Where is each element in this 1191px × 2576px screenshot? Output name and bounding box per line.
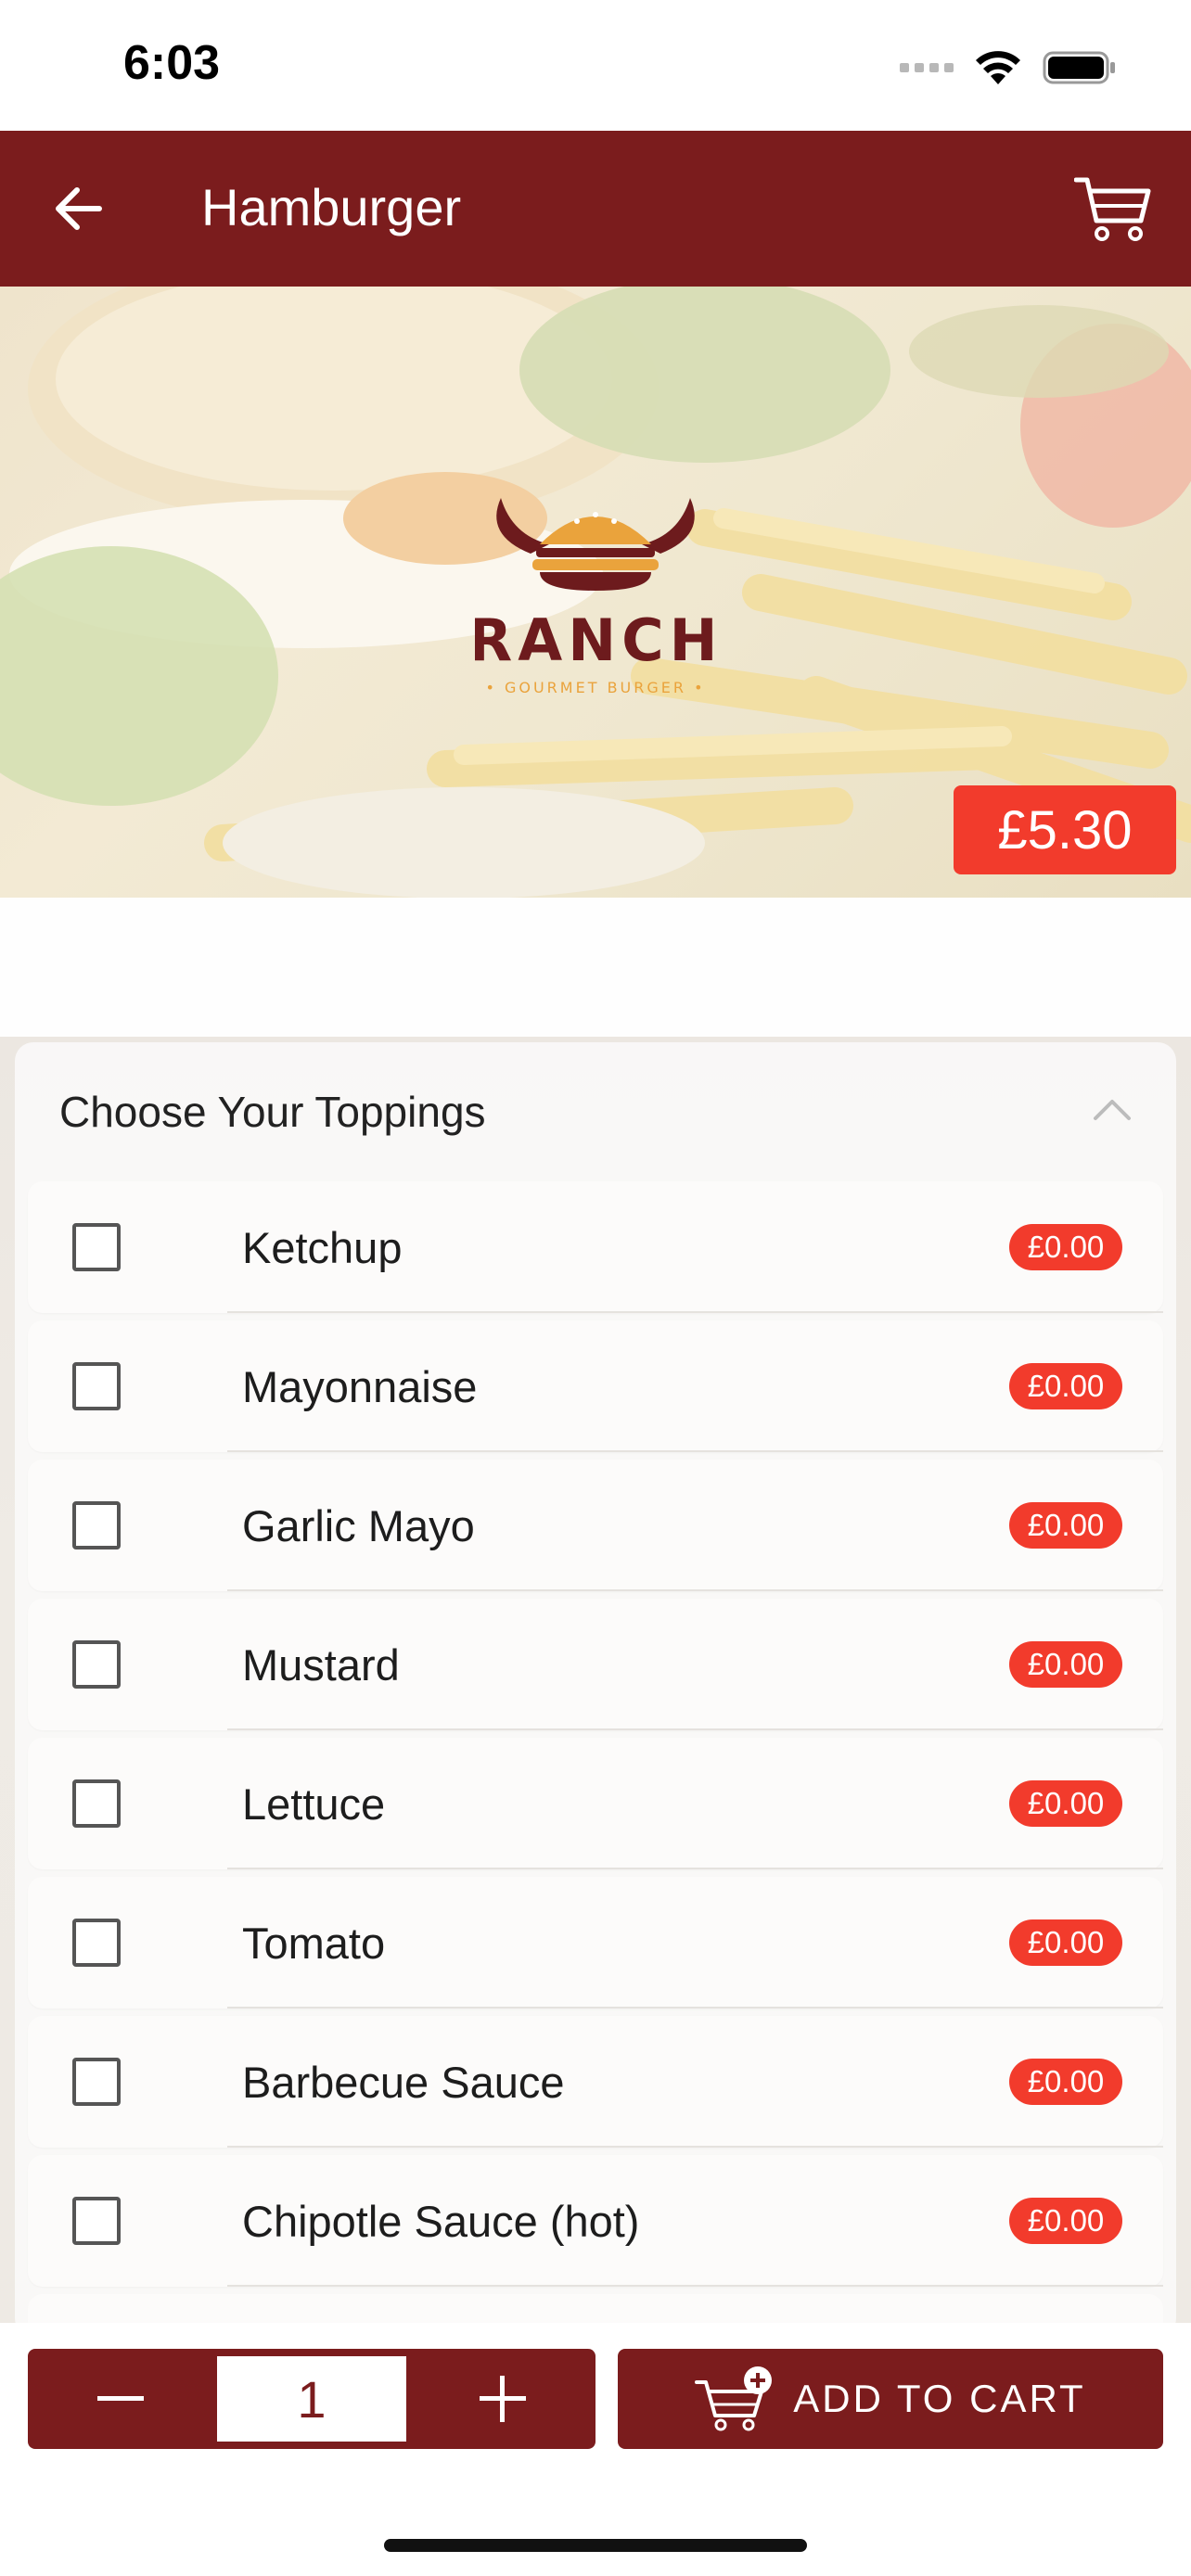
quantity-stepper: 1 — [28, 2349, 596, 2449]
toppings-panel: Choose Your Toppings Ketchup £0.00 Mayon… — [15, 1042, 1176, 2337]
wifi-icon — [976, 51, 1020, 84]
price-tag: £5.30 — [954, 785, 1176, 874]
topping-row[interactable]: Garlic Mayo £0.00 — [28, 1460, 1163, 1591]
logo-subtext: • GOURMET BURGER • — [485, 679, 705, 696]
cart-plus-icon — [695, 2366, 773, 2431]
quantity-value[interactable]: 1 — [217, 2356, 406, 2442]
status-icons — [900, 45, 1117, 91]
hero-image: RANCH • GOURMET BURGER • £5.30 — [0, 287, 1191, 898]
increase-quantity-button[interactable] — [410, 2349, 596, 2449]
topping-price: £0.00 — [1009, 2198, 1122, 2244]
topping-checkbox[interactable] — [72, 1223, 121, 1271]
home-indicator — [384, 2539, 807, 2552]
topping-row[interactable]: Mustard £0.00 — [28, 1599, 1163, 1730]
status-bar: 6:03 — [0, 0, 1191, 131]
topping-label: Mayonnaise — [242, 1362, 478, 1411]
topping-checkbox[interactable] — [72, 2197, 121, 2245]
topping-price: £0.00 — [1009, 1919, 1122, 1966]
topping-label: Lettuce — [242, 1779, 386, 1829]
signal-icon — [900, 63, 954, 72]
topping-checkbox[interactable] — [72, 2058, 121, 2106]
arrow-left-icon — [56, 187, 102, 230]
cart-icon — [1074, 177, 1151, 241]
topping-checkbox[interactable] — [72, 1501, 121, 1549]
toppings-list: Ketchup £0.00 Mayonnaise £0.00 Garlic Ma… — [28, 1181, 1163, 2331]
topping-row[interactable]: Tomato £0.00 — [28, 1877, 1163, 2009]
topping-price: £0.00 — [1009, 1224, 1122, 1270]
add-to-cart-label: ADD TO CART — [793, 2377, 1086, 2420]
add-to-cart-button[interactable]: ADD TO CART — [618, 2349, 1163, 2449]
topping-label: Ketchup — [242, 1223, 403, 1272]
topping-price: £0.00 — [1009, 1780, 1122, 1827]
toppings-title: Choose Your Toppings — [59, 1088, 486, 1136]
topping-label: Barbecue Sauce — [242, 2058, 565, 2107]
page-title: Hamburger — [201, 178, 462, 236]
chevron-up-icon[interactable] — [1089, 1087, 1135, 1133]
spacer — [0, 898, 1191, 1039]
topping-price: £0.00 — [1009, 1502, 1122, 1549]
topping-label: Mustard — [242, 1640, 400, 1690]
decrease-quantity-button[interactable] — [28, 2349, 213, 2449]
topping-checkbox[interactable] — [72, 1779, 121, 1828]
plus-icon — [480, 2376, 526, 2422]
minus-icon — [97, 2396, 144, 2401]
cart-button[interactable] — [1069, 168, 1158, 251]
back-button[interactable] — [46, 172, 111, 246]
topping-price: £0.00 — [1009, 2059, 1122, 2105]
bottom-bar: 1 ADD TO CART — [0, 2323, 1191, 2576]
topping-checkbox[interactable] — [72, 1919, 121, 1967]
topping-label: Garlic Mayo — [242, 1501, 475, 1550]
topping-row[interactable]: Barbecue Sauce £0.00 — [28, 2016, 1163, 2148]
topping-row[interactable]: Ketchup £0.00 — [28, 1181, 1163, 1313]
topping-price: £0.00 — [1009, 1641, 1122, 1688]
battery-icon — [1043, 51, 1115, 84]
topping-row[interactable]: Chipotle Sauce (hot) £0.00 — [28, 2155, 1163, 2287]
topping-row[interactable]: Lettuce £0.00 — [28, 1738, 1163, 1869]
topping-price: £0.00 — [1009, 1363, 1122, 1409]
toppings-header[interactable]: Choose Your Toppings — [15, 1042, 1176, 1181]
topping-label: Chipotle Sauce (hot) — [242, 2197, 640, 2246]
status-time: 6:03 — [123, 36, 221, 90]
ranch-logo: RANCH • GOURMET BURGER • — [475, 498, 716, 696]
topping-checkbox[interactable] — [72, 1640, 121, 1689]
topping-label: Tomato — [242, 1919, 386, 1968]
logo-text: RANCH — [475, 606, 716, 674]
topping-checkbox[interactable] — [72, 1362, 121, 1410]
topping-row[interactable]: Mayonnaise £0.00 — [28, 1320, 1163, 1452]
nav-bar: Hamburger — [0, 131, 1191, 287]
